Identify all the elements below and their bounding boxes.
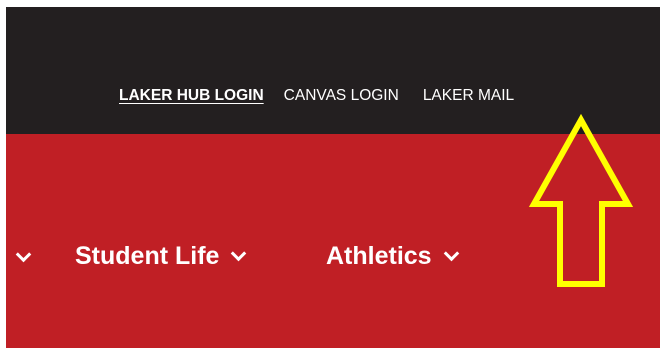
laker-mail-link[interactable]: LAKER MAIL <box>423 87 514 105</box>
up-arrow-outline-icon <box>528 114 634 287</box>
utility-links: LAKER HUB LOGIN CANVAS LOGIN LAKER MAIL <box>119 87 514 105</box>
chevron-down-icon <box>231 245 247 262</box>
previous-menu-dropdown[interactable] <box>15 242 32 272</box>
laker-hub-login-link[interactable]: LAKER HUB LOGIN <box>119 87 264 105</box>
chevron-down-icon <box>15 246 32 262</box>
chevron-down-icon <box>443 245 459 262</box>
nav-item-label: Athletics <box>326 242 432 270</box>
canvas-login-link[interactable]: CANVAS LOGIN <box>284 87 399 105</box>
nav-item-athletics[interactable]: Athletics <box>326 242 459 271</box>
screenshot-frame: LAKER HUB LOGIN CANVAS LOGIN LAKER MAIL … <box>0 0 660 352</box>
nav-item-label: Student Life <box>75 242 220 270</box>
nav-item-student-life[interactable]: Student Life <box>75 242 247 271</box>
